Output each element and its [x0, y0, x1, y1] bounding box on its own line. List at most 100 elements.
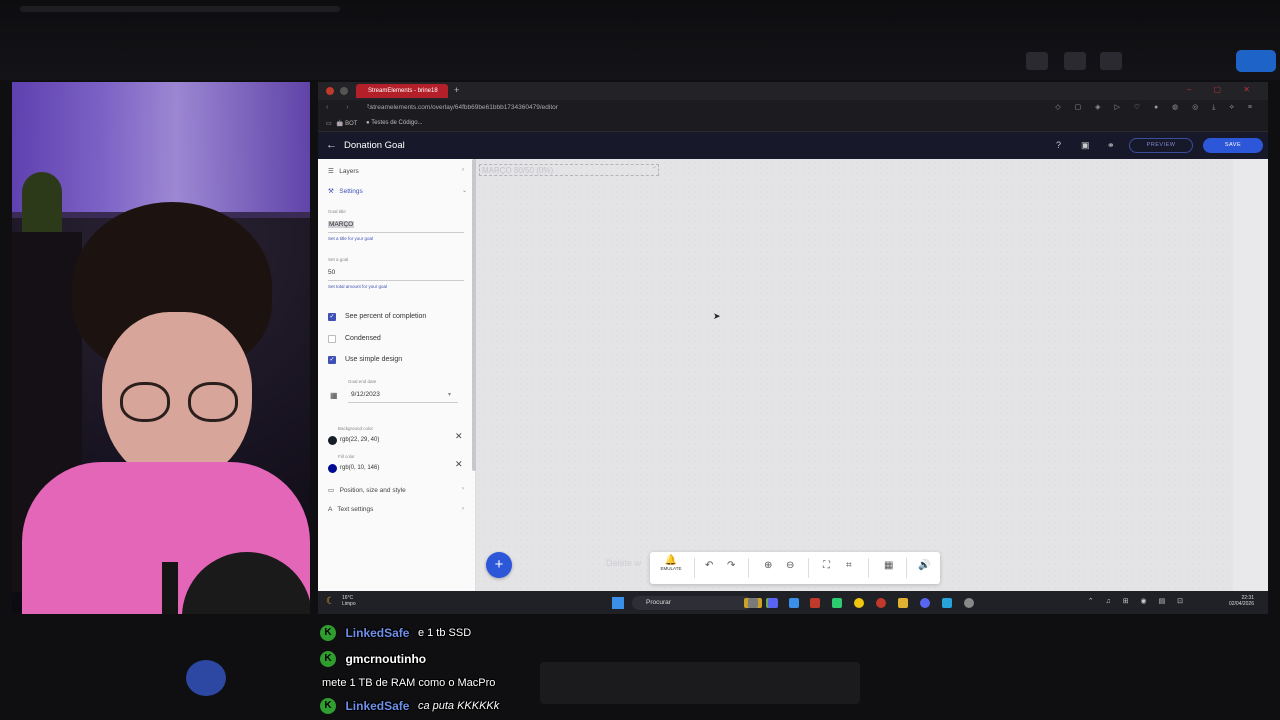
chat-text: mete 1 TB de RAM como o MacPro [322, 676, 496, 689]
fill-color-swatch[interactable] [328, 464, 337, 473]
monitor-icon[interactable]: ▣ [1081, 140, 1090, 151]
redo-icon[interactable]: ↷ [727, 560, 735, 571]
condensed-checkbox[interactable] [328, 335, 336, 343]
discord-icon[interactable] [920, 598, 930, 608]
layers-row[interactable]: ☰ Layers [328, 167, 359, 175]
chat-username: gmcrnoutinho [345, 651, 427, 666]
clock-date: 02/04/2026 [1228, 601, 1254, 607]
overlay-canvas[interactable]: MARÇO 80/50 (0%) ▪▪▪ ➤ [476, 159, 1233, 591]
fit-screen-icon[interactable]: ⛶ [823, 560, 830, 571]
percent-checkbox-label: See percent of completion [345, 313, 427, 320]
file-explorer-task-icon[interactable] [748, 598, 758, 608]
chrome-icon[interactable] [854, 598, 864, 608]
clear-background-icon[interactable]: ✕ [455, 431, 463, 442]
app-icon[interactable] [942, 598, 952, 608]
page-title: Donation Goal [344, 140, 405, 151]
goal-amount-help: Set total amount for your goal [328, 284, 388, 289]
help-icon[interactable]: ? [1056, 140, 1061, 150]
percent-checkbox[interactable]: ✓ [328, 313, 336, 321]
goal-amount-label: Set a goal [328, 257, 349, 262]
donation-goal-widget[interactable]: MARÇO 80/50 (0%) ▪▪▪ [479, 164, 659, 176]
background-color-swatch[interactable] [328, 436, 337, 445]
goal-title-input[interactable]: MARÇO [328, 221, 355, 228]
goal-amount-input[interactable]: 50 [328, 269, 335, 276]
emulate-label: EMULATE [660, 566, 682, 571]
url-field[interactable]: streamelements.com/overlay/64fbb69be61bb… [370, 104, 558, 111]
undo-icon[interactable]: ↶ [705, 560, 713, 571]
bookmark-testes[interactable]: ● Testes de Código... [366, 120, 423, 126]
glasses-right [188, 382, 238, 422]
toolbar-divider [694, 558, 695, 578]
tab-list-icon[interactable] [340, 87, 348, 95]
faded-hint-text: Delete w [606, 558, 642, 568]
stream-frame: StreamElements - brine18 + – ▢ ✕ ‹ › ↻ s… [0, 0, 1280, 720]
new-tab-icon[interactable]: + [454, 85, 459, 95]
volume-icon[interactable]: 🔊 [918, 560, 930, 571]
opera-icon[interactable] [876, 598, 886, 608]
input-underline [328, 280, 464, 281]
goal-title-label: Goal title [328, 209, 346, 214]
chat-username: LinkedSafe [345, 698, 410, 713]
back-arrow-icon[interactable]: ← [326, 139, 337, 151]
blurred-header [20, 6, 340, 12]
preview-button[interactable]: PREVIEW [1129, 138, 1193, 153]
zoom-out-icon[interactable]: ⊖ [786, 560, 794, 571]
calendar-icon[interactable]: ▦ [330, 391, 338, 400]
app-icon[interactable] [832, 598, 842, 608]
background-color-input[interactable]: rgb(22, 29, 40) [340, 437, 379, 443]
chat-text: ca puta KKKKKk [417, 699, 500, 712]
clock[interactable]: 22:31 02/04/2026 [1229, 595, 1254, 607]
stream-top-bar [0, 0, 1280, 80]
taskbar-search[interactable]: Procurar [632, 596, 752, 610]
clear-fill-icon[interactable]: ✕ [455, 459, 463, 470]
browser-tab-active[interactable]: StreamElements - brine18 [356, 84, 448, 98]
weather-moon-icon[interactable]: ☾ [326, 596, 338, 608]
background-color-label: Background color [338, 426, 374, 431]
link-icon[interactable]: ⚭ [1107, 140, 1115, 151]
editor-header: ← Donation Goal ? ▣ ⚭ PREVIEW SAVE [318, 132, 1268, 159]
zoom-in-icon[interactable]: ⊕ [764, 560, 772, 571]
text-settings-row[interactable]: A Text settings [328, 506, 373, 513]
settings-gear-icon[interactable] [964, 598, 974, 608]
bookmark-bot[interactable]: 🤖 BOT [336, 120, 357, 127]
screen-share: StreamElements - brine18 + – ▢ ✕ ‹ › ↻ s… [318, 82, 1268, 614]
weather-widget[interactable]: 16°C Limpo [342, 595, 356, 607]
goal-title-help: Set a title for your goal [328, 236, 374, 241]
settings-row[interactable]: ⚒ Settings [328, 187, 363, 195]
bookmarks-bar: ▭ 🤖 BOT ● Testes de Código... [318, 116, 1268, 132]
discord-icon[interactable] [768, 598, 778, 608]
bell-icon: 🔔 [664, 555, 678, 566]
end-date-label: Goal end date [348, 379, 377, 384]
opera-icon[interactable] [326, 87, 334, 95]
vscode-icon[interactable] [789, 598, 799, 608]
condensed-checkbox-label: Condensed [345, 335, 381, 342]
add-widget-button[interactable]: + [486, 552, 512, 578]
chat-message: K LinkedSafe e 1 tb SSD [320, 624, 471, 644]
fill-color-input[interactable]: rgb(0, 10, 146) [340, 465, 379, 471]
extension-icons[interactable]: ◇ ▢ ◈ ▷ ♡ ● ◍ ◎ ⤓ ⟡ ≡ [1055, 103, 1258, 112]
folder-icon[interactable] [898, 598, 908, 608]
bookmark-folder-icon: ▭ [326, 121, 332, 127]
system-tray-icons[interactable]: ⌃ ♫ ⊞ ◉ ▤ ⊡ [1088, 597, 1188, 605]
grid-icon[interactable]: ▦ [884, 560, 893, 571]
chevron-right-icon: › [462, 486, 464, 492]
chevron-right-icon: › [462, 167, 464, 173]
app-icon[interactable] [810, 598, 820, 608]
position-size-style-row[interactable]: ▭ Position, size and style [328, 486, 406, 494]
windows-start-icon[interactable] [612, 597, 624, 609]
window-controls[interactable]: – ▢ ✕ [1187, 85, 1260, 94]
simple-design-checkbox[interactable]: ✓ [328, 356, 336, 364]
emulate-button[interactable]: 🔔 EMULATE [656, 555, 686, 571]
chevron-right-icon: › [462, 506, 464, 512]
chat-text: e 1 tb SSD [417, 626, 472, 639]
toolbar-divider [868, 558, 869, 578]
search-placeholder: Procurar [646, 599, 671, 606]
weather-text: Limpo [342, 601, 356, 607]
save-button[interactable]: SAVE [1203, 138, 1263, 153]
input-underline [328, 232, 464, 233]
goal-widget-text: MARÇO 80/50 (0%) [482, 166, 554, 175]
dropdown-arrow-icon[interactable]: ▾ [448, 391, 451, 398]
center-icon[interactable]: ⌗ [846, 560, 852, 571]
end-date-input[interactable]: 9/12/2023 [351, 391, 380, 398]
chat-message: K gmcrnoutinho [320, 650, 426, 670]
